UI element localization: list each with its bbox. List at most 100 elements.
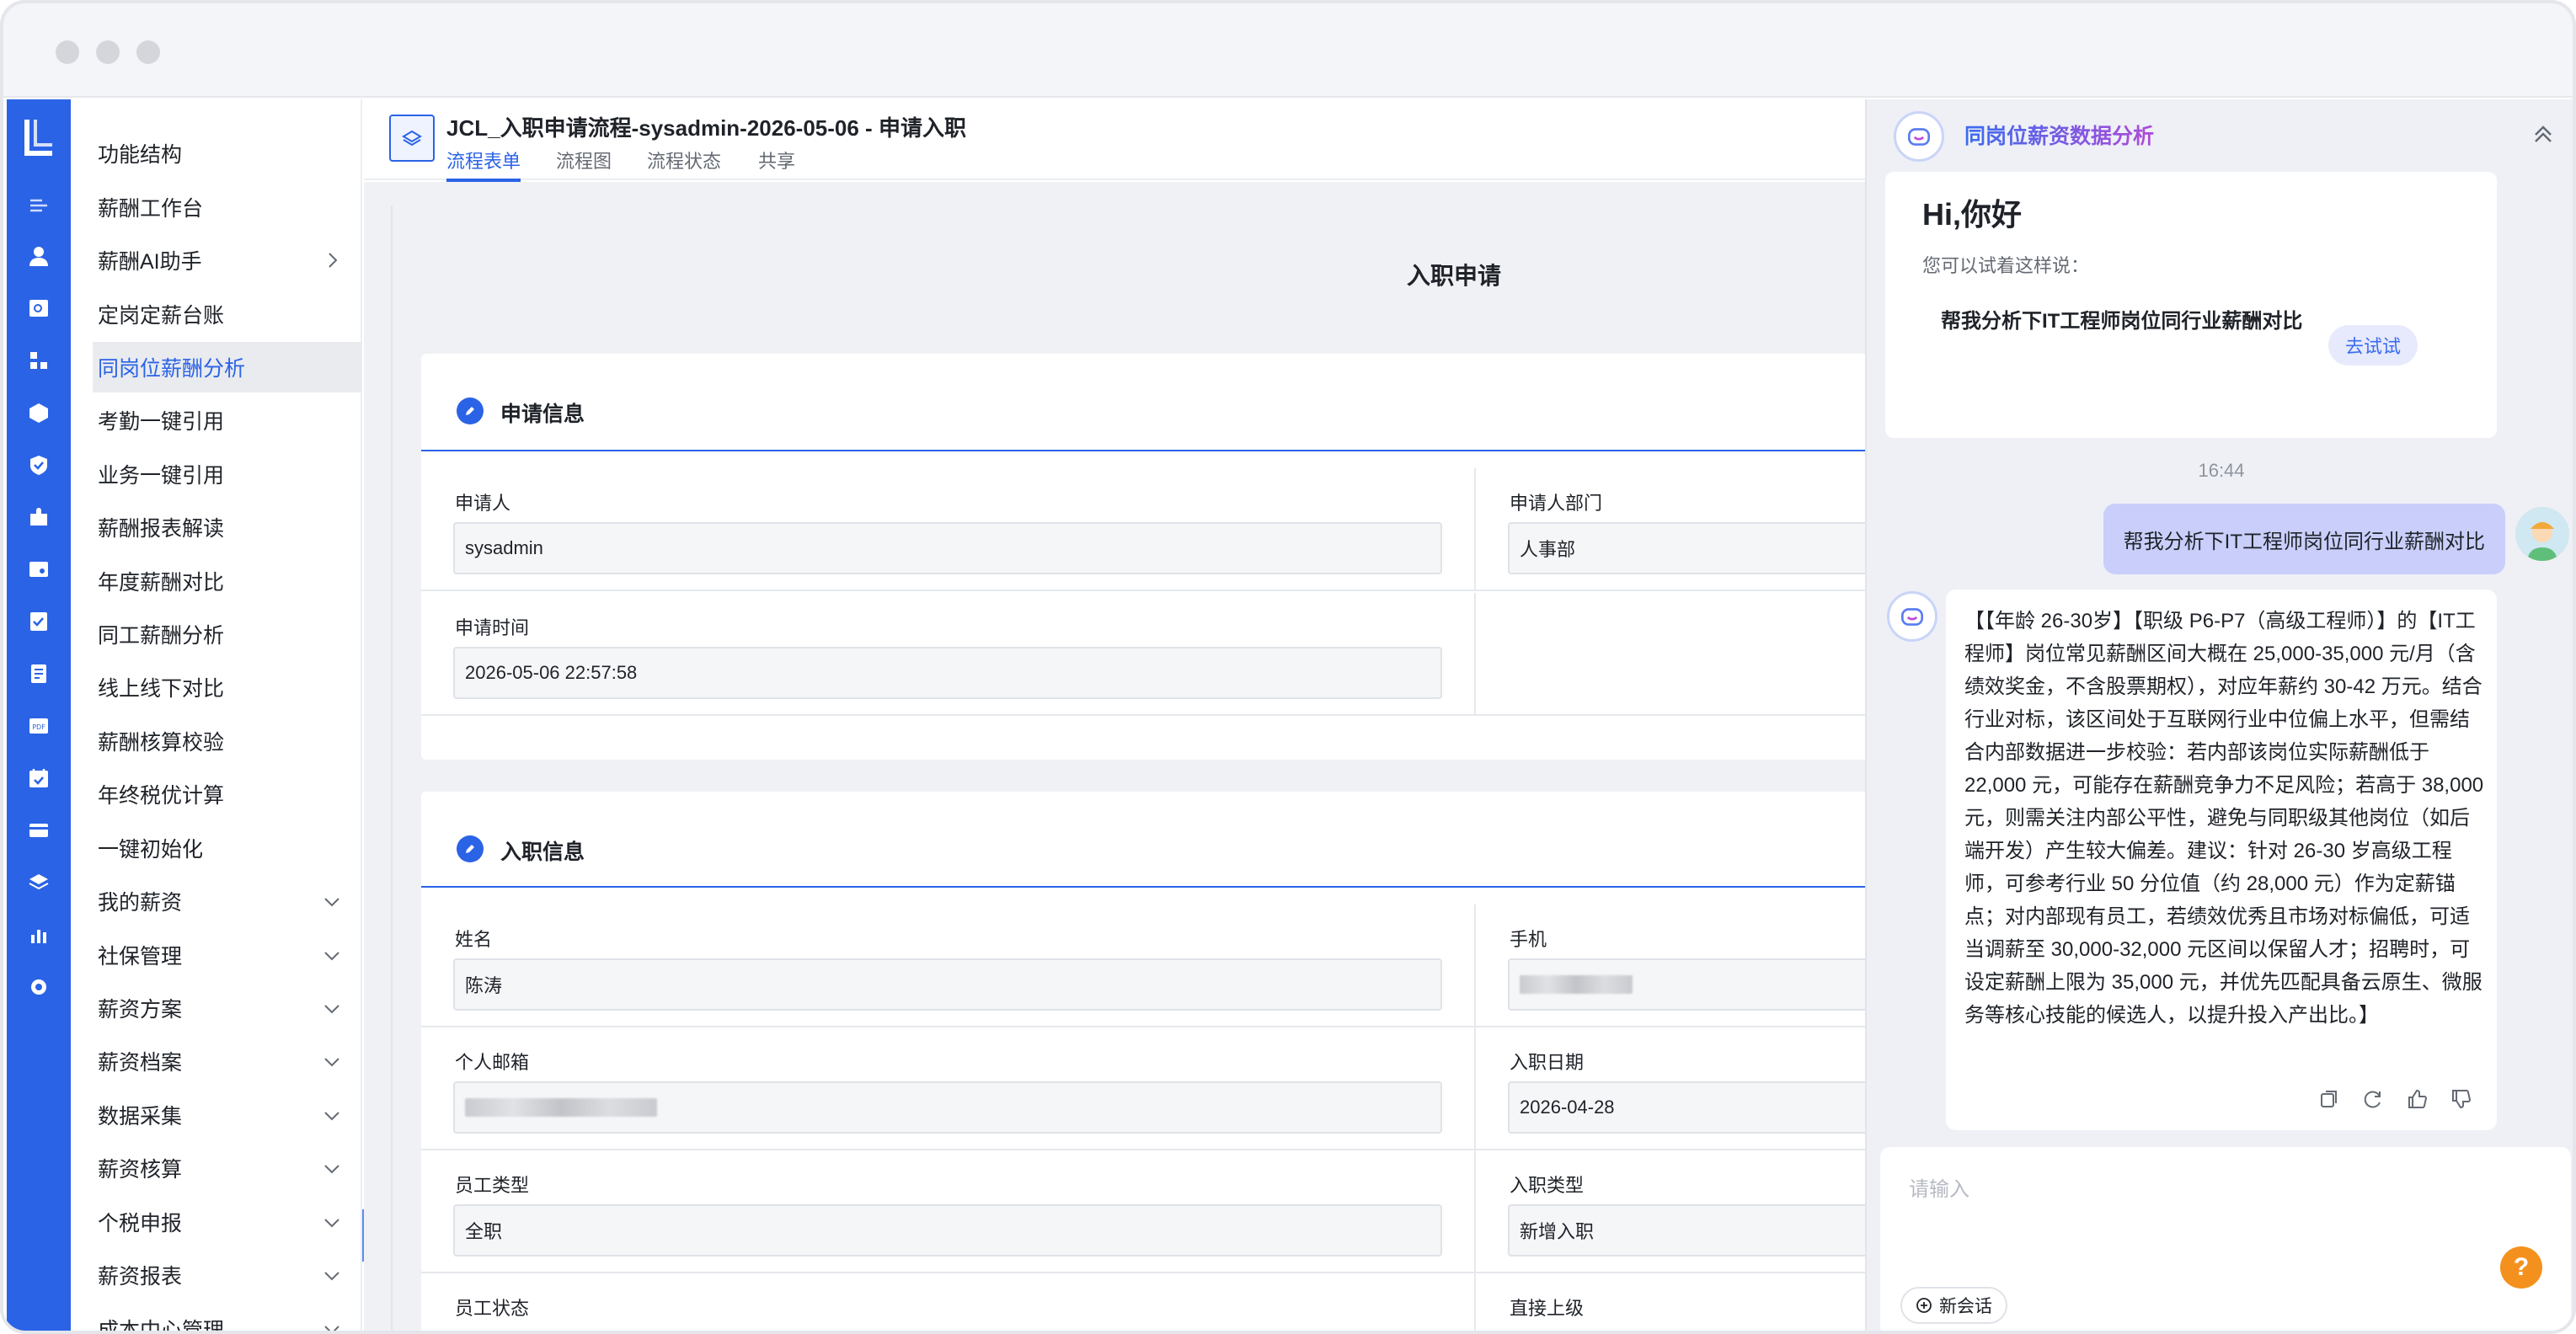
menu-item-label: 年终税优计算 xyxy=(98,784,225,808)
menu-item-label: 薪资报表 xyxy=(98,1265,183,1289)
menu-item-label: 个税申报 xyxy=(98,1212,183,1235)
suggestion-text[interactable]: 帮我分析下IT工程师岗位同行业薪酬对比 xyxy=(1941,305,2317,339)
menu-item-my-salary[interactable]: 我的薪资 xyxy=(93,876,362,926)
menu-item-salary-calculation[interactable]: 薪资核算 xyxy=(93,1143,362,1193)
menu-item-equal-pay-analysis[interactable]: 同工薪酬分析 xyxy=(93,609,362,659)
pdf-icon[interactable]: PDF xyxy=(25,712,52,739)
tab-share[interactable]: 共享 xyxy=(758,147,795,173)
menu-item-label: 薪资方案 xyxy=(98,998,183,1022)
thumbs-down-icon[interactable] xyxy=(2448,1086,2473,1112)
menu-item-label: 业务一键引用 xyxy=(98,464,225,488)
window-minimize-dot[interactable] xyxy=(96,40,120,64)
field-name: 姓名 陈涛 xyxy=(421,904,1476,1027)
settings-board-icon[interactable] xyxy=(25,556,52,583)
menu-item-label: 同工薪酬分析 xyxy=(98,624,225,648)
assistant-message: 【【年龄 26-30岁】【职级 P6-P7（高级工程师）】的【IT工程师】岗位常… xyxy=(1946,590,2497,1130)
field-label: 姓名 xyxy=(455,929,493,950)
menu-item-salary-archive[interactable]: 薪资档案 xyxy=(93,1036,362,1086)
menu-item-salary-report[interactable]: 薪资报表 xyxy=(93,1250,362,1300)
assistant-title: 同岗位薪资数据分析 xyxy=(1964,120,2154,150)
hint-text: 您可以试着这样说： xyxy=(1922,255,2090,276)
menu-item-year-end-tax[interactable]: 年终税优计算 xyxy=(93,769,362,819)
user-icon[interactable] xyxy=(25,243,52,269)
name-input[interactable]: 陈涛 xyxy=(453,958,1442,1011)
avatar xyxy=(2515,507,2569,561)
section-title: 入职信息 xyxy=(500,840,585,864)
menu-item-salary-workbench[interactable]: 薪酬工作台 xyxy=(93,182,362,232)
collapse-menu-icon[interactable] xyxy=(25,192,52,219)
menu-item-label: 同岗位薪酬分析 xyxy=(98,357,246,381)
report-search-icon[interactable] xyxy=(25,295,52,322)
chevron-down-icon xyxy=(324,898,339,907)
try-button[interactable]: 去试试 xyxy=(2328,325,2418,366)
message-actions xyxy=(2317,1086,2473,1112)
shield-check-icon[interactable] xyxy=(25,451,52,478)
applicant-dept-input[interactable]: 人事部 xyxy=(1508,522,1904,574)
calendar-check-icon[interactable] xyxy=(25,765,52,792)
phone-input[interactable] xyxy=(1508,958,1904,1011)
org-chart-icon[interactable] xyxy=(25,347,52,374)
menu-item-position-salary-ledger[interactable]: 定岗定薪台账 xyxy=(93,289,362,339)
menu-item-label: 线上线下对比 xyxy=(98,677,225,701)
menu-item-data-collection[interactable]: 数据采集 xyxy=(93,1090,362,1140)
menu-item-label: 年度薪酬对比 xyxy=(98,571,225,595)
app-logo-icon[interactable] xyxy=(19,115,59,162)
apply-time-input[interactable]: 2026-05-06 22:57:58 xyxy=(453,647,1442,699)
menu-item-label: 薪酬AI助手 xyxy=(98,250,202,274)
edit-icon xyxy=(457,398,484,424)
help-button[interactable]: ? xyxy=(2500,1246,2542,1289)
menu-item-tax-declaration[interactable]: 个税申报 xyxy=(93,1197,362,1247)
entry-date-input[interactable]: 2026-04-28 xyxy=(1508,1081,1904,1134)
new-chat-button[interactable]: 新会话 xyxy=(1900,1287,2007,1324)
menu-item-salary-ai-assistant[interactable]: 薪酬AI助手 xyxy=(93,235,362,285)
chat-input-placeholder[interactable]: 请输入 xyxy=(1909,1172,1969,1202)
entry-type-select[interactable]: 新增入职 xyxy=(1508,1204,1904,1257)
menu-item-calculation-check[interactable]: 薪酬核算校验 xyxy=(93,716,362,766)
emp-type-select[interactable]: 全职 xyxy=(453,1204,1442,1257)
menu-item-same-position-analysis[interactable]: 同岗位薪酬分析 xyxy=(93,342,362,392)
menu-item-label: 数据采集 xyxy=(98,1105,183,1129)
chat-input-area[interactable]: 请输入 新会话 ? xyxy=(1880,1147,2571,1331)
email-input[interactable] xyxy=(453,1081,1442,1134)
menu-item-cost-center[interactable]: 成本中心管理 xyxy=(93,1304,362,1331)
menu-item-salary-plan[interactable]: 薪资方案 xyxy=(93,983,362,1033)
tab-process-form[interactable]: 流程表单 xyxy=(446,147,521,182)
tab-process-diagram[interactable]: 流程图 xyxy=(556,147,612,173)
layers-icon xyxy=(389,115,435,162)
menu-item-online-offline[interactable]: 线上线下对比 xyxy=(93,662,362,712)
menu-item-one-click-init[interactable]: 一键初始化 xyxy=(93,823,362,873)
checklist-icon[interactable] xyxy=(25,608,52,635)
chevron-double-up-icon[interactable] xyxy=(2531,121,2556,147)
window-maximize-dot[interactable] xyxy=(136,40,160,64)
menu-item-attendance-import[interactable]: 考勤一键引用 xyxy=(93,395,362,446)
refresh-icon[interactable] xyxy=(2360,1086,2386,1112)
menu-item-report-interpretation[interactable]: 薪酬报表解读 xyxy=(93,502,362,552)
menu-item-annual-comparison[interactable]: 年度薪酬对比 xyxy=(93,556,362,606)
assistant-avatar-icon xyxy=(1887,591,1937,642)
field-empty xyxy=(1476,593,1904,716)
tab-process-status[interactable]: 流程状态 xyxy=(647,147,721,173)
layers-icon[interactable] xyxy=(25,869,52,896)
menu-item-social-security[interactable]: 社保管理 xyxy=(93,930,362,980)
user-message: 帮我分析下IT工程师岗位同行业薪酬对比 xyxy=(2103,504,2505,574)
menu-item-label: 薪资档案 xyxy=(98,1051,183,1075)
field-label: 员工类型 xyxy=(455,1175,530,1196)
menu-item-function-structure[interactable]: 功能结构 xyxy=(93,128,362,179)
gear-icon[interactable] xyxy=(25,974,52,1000)
assistant-reply-text: 【【年龄 26-30岁】【职级 P6-P7（高级工程师）】的【IT工程师】岗位常… xyxy=(1964,610,2484,1027)
applicant-input[interactable]: sysadmin xyxy=(453,522,1442,574)
puzzle-icon[interactable] xyxy=(25,504,52,531)
thumbs-up-icon[interactable] xyxy=(2404,1086,2429,1112)
copy-icon[interactable] xyxy=(2317,1086,2342,1112)
chevron-down-icon xyxy=(324,1005,339,1014)
menu-item-label: 薪酬工作台 xyxy=(98,197,204,221)
book-icon[interactable] xyxy=(25,660,52,687)
window-close-dot[interactable] xyxy=(56,40,79,64)
field-applicant: 申请人 sysadmin xyxy=(421,468,1476,591)
card-icon[interactable] xyxy=(25,817,52,844)
cube-icon[interactable] xyxy=(25,399,52,426)
menu-item-business-import[interactable]: 业务一键引用 xyxy=(93,449,362,499)
section-header: 申请信息 xyxy=(421,354,1904,451)
bar-chart-icon[interactable] xyxy=(25,921,52,948)
chevron-down-icon xyxy=(324,1058,339,1067)
